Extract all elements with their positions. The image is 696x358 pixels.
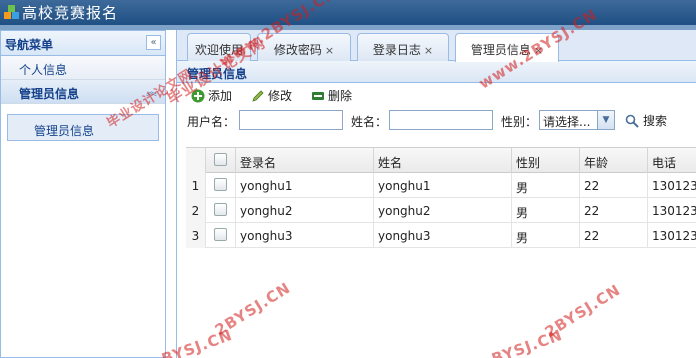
- tab-label: 修改密码: [273, 43, 322, 57]
- cell-phone: 130123: [652, 204, 696, 218]
- sidebar-item-personal-info[interactable]: 个人信息: [1, 56, 165, 80]
- table-row[interactable]: 2 yonghu2 yonghu2 男 22 130123: [186, 198, 696, 223]
- admin-grid: 登录名 姓名 性别 年龄 电话 1 yonghu1 yonghu1 男 22 1…: [186, 147, 696, 248]
- table-row[interactable]: 1 yonghu1 yonghu1 男 22 130123: [186, 173, 696, 198]
- cell-phone: 130123: [652, 179, 696, 193]
- sidebar-item-label: 个人信息: [19, 63, 68, 77]
- cell-name: yonghu2: [374, 198, 512, 223]
- tab-label: 管理员信息: [470, 43, 531, 57]
- close-icon[interactable]: ×: [325, 44, 334, 57]
- cell-phone: 130123: [652, 229, 696, 243]
- add-label: 添加: [208, 89, 233, 103]
- row-checkbox[interactable]: [214, 203, 227, 216]
- chevron-up-icon[interactable]: ︽: [146, 83, 157, 99]
- sidebar-link-admin-info[interactable]: 管理员信息: [7, 114, 159, 141]
- cell-age: 22: [580, 173, 648, 198]
- username-input[interactable]: [239, 110, 343, 130]
- cell-login: yonghu1: [236, 173, 374, 198]
- add-icon: [191, 89, 205, 102]
- username-label: 用户名：: [187, 115, 236, 129]
- search-bar: 用户名： 姓名： 性别： 请选择... ▼ 搜索: [177, 107, 696, 133]
- tab-change-password[interactable]: 修改密码 ×: [257, 33, 351, 61]
- cell-age: 22: [580, 198, 648, 223]
- sidebar-title: 导航菜单: [5, 38, 54, 52]
- sidebar-item-label: 管理员信息: [19, 87, 80, 101]
- row-select-cell[interactable]: [206, 223, 236, 248]
- delete-label: 删除: [328, 89, 353, 103]
- gender-select[interactable]: 请选择... ▼: [539, 110, 615, 130]
- app-banner: 高校竞赛报名: [0, 0, 696, 25]
- gender-label: 性别：: [501, 115, 538, 129]
- close-icon[interactable]: ×: [534, 44, 543, 57]
- row-checkbox[interactable]: [214, 228, 227, 241]
- name-input[interactable]: [389, 110, 493, 130]
- rownum-header: [186, 148, 206, 173]
- delete-button[interactable]: 删除: [311, 87, 352, 104]
- tab-label: 登录日志: [372, 43, 421, 57]
- chevron-down-icon[interactable]: ▼: [597, 111, 614, 129]
- column-header-login[interactable]: 登录名: [236, 148, 374, 173]
- sidebar-item-admin-info[interactable]: 管理员信息 ︽: [1, 80, 165, 104]
- edit-button[interactable]: 修改: [251, 87, 292, 104]
- close-icon[interactable]: ×: [424, 44, 433, 57]
- app-logo-icon: [4, 5, 19, 19]
- column-header-name[interactable]: 姓名: [374, 148, 512, 173]
- sidebar-header: 导航菜单 «: [1, 31, 165, 56]
- select-all-cell[interactable]: [206, 148, 236, 173]
- column-header-gender[interactable]: 性别: [512, 148, 580, 173]
- cell-login: yonghu3: [236, 223, 374, 248]
- delete-icon: [312, 91, 324, 100]
- collapse-sidebar-icon[interactable]: «: [146, 35, 161, 50]
- cell-gender: 男: [512, 198, 580, 223]
- pencil-icon: [252, 89, 264, 102]
- tab-admin-info[interactable]: 管理员信息 ×: [455, 33, 559, 62]
- row-number: 3: [186, 223, 206, 248]
- toolbar: 添加 修改 删除: [177, 83, 696, 107]
- tab-bar: 欢迎使用 修改密码 × 登录日志 × 管理员信息 ×: [177, 30, 696, 62]
- search-button[interactable]: 搜索: [625, 112, 667, 129]
- cell-name: yonghu1: [374, 173, 512, 198]
- cell-gender: 男: [512, 173, 580, 198]
- grid-header-row: 登录名 姓名 性别 年龄 电话: [186, 148, 696, 173]
- app-title: 高校竞赛报名: [22, 4, 119, 22]
- row-select-cell[interactable]: [206, 198, 236, 223]
- row-number: 2: [186, 198, 206, 223]
- edit-label: 修改: [268, 89, 293, 103]
- name-label: 姓名：: [351, 115, 388, 129]
- cell-gender: 男: [512, 223, 580, 248]
- cell-name: yonghu3: [374, 223, 512, 248]
- add-button[interactable]: 添加: [191, 87, 232, 104]
- row-checkbox[interactable]: [214, 178, 227, 191]
- cell-login: yonghu2: [236, 198, 374, 223]
- column-header-age[interactable]: 年龄: [580, 148, 648, 173]
- row-number: 1: [186, 173, 206, 198]
- sidebar-section-body: 管理员信息: [1, 104, 165, 151]
- table-row[interactable]: 3 yonghu3 yonghu3 男 22 130123: [186, 223, 696, 248]
- nav-sidebar: 导航菜单 « 个人信息 管理员信息 ︽ 管理员信息: [0, 30, 166, 358]
- search-label: 搜索: [643, 114, 668, 128]
- column-header-phone[interactable]: 电话: [648, 148, 696, 173]
- tab-login-log[interactable]: 登录日志 ×: [357, 33, 449, 61]
- cell-age: 22: [580, 223, 648, 248]
- tab-label: 欢迎使用: [194, 43, 243, 57]
- panel-title: 管理员信息: [177, 61, 696, 83]
- tab-welcome[interactable]: 欢迎使用: [187, 33, 251, 61]
- gender-select-value: 请选择...: [543, 115, 591, 129]
- select-all-checkbox[interactable]: [214, 153, 227, 166]
- search-icon: [625, 114, 639, 128]
- row-select-cell[interactable]: [206, 173, 236, 198]
